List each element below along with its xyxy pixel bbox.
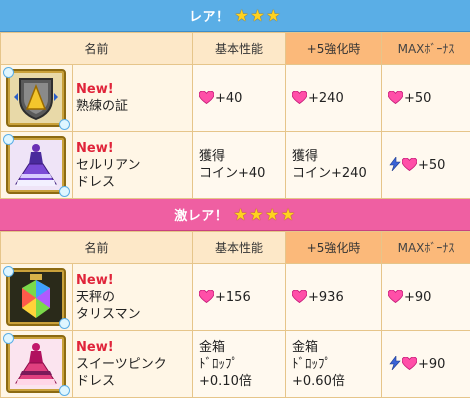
table-row[interactable]: New! 天秤の タリスマン +156 +936 +90 [0, 263, 470, 331]
plus5-stat-cell: 獲得 コイン+240 [285, 131, 383, 199]
corner-badge-icon [3, 134, 14, 145]
new-label: New! [76, 140, 114, 156]
base-stat-cell: 獲得 コイン+40 [192, 131, 287, 199]
star-icon: ★ [266, 5, 282, 25]
heart-icon [402, 356, 418, 370]
heart-icon [292, 289, 308, 303]
rarity-stars: ★ ★ ★ [233, 5, 282, 25]
column-header-name: 名前 [0, 32, 194, 65]
new-label: New! [76, 272, 114, 288]
base-stat-value: +40 [215, 90, 243, 106]
plus5-stat-value: +936 [308, 289, 344, 305]
column-header-base: 基本性能 [192, 231, 287, 264]
base-stat-cell: 金箱 ﾄﾞﾛｯﾌﾟ +0.10倍 [192, 330, 287, 398]
lightning-icon [389, 156, 401, 171]
item-name-line1: 天秤の [76, 289, 116, 305]
max-bonus-value: +50 [404, 90, 432, 106]
max-bonus-cell: +90 [381, 330, 470, 398]
star-icon: ★ [280, 204, 296, 224]
column-header-plus5: +5強化時 [285, 231, 383, 264]
corner-badge-icon [59, 119, 70, 130]
plus5-stat-line2: ﾄﾞﾛｯﾌﾟ [292, 356, 332, 372]
star-icon: ★ [249, 204, 264, 224]
heart-icon [292, 90, 308, 104]
item-icon-cell [0, 64, 73, 132]
item-name-line1: スイーツピンク [76, 356, 167, 372]
item-name-line2: ドレス [76, 373, 116, 389]
plus5-stat-value: +240 [308, 90, 344, 106]
item-name-cell: New! スイーツピンク ドレス [71, 330, 194, 398]
table-row[interactable]: New! 熟練の証 +40 +240 +50 [0, 64, 470, 132]
shield-emblem-icon [6, 69, 66, 127]
plus5-stat-cell: 金箱 ﾄﾞﾛｯﾌﾟ +0.60倍 [285, 330, 383, 398]
super-rare-items-table: 名前 基本性能 +5強化時 MAXﾎﾞｰﾅｽ New! 天秤の タリスマン +1… [0, 231, 470, 398]
star-icon: ★ [250, 5, 266, 25]
item-name-cell: New! セルリアン ドレス [71, 131, 194, 199]
purple-dress-icon [6, 136, 66, 194]
corner-badge-icon [59, 318, 70, 329]
column-header-max-bonus: MAXﾎﾞｰﾅｽ [381, 231, 470, 264]
item-name-line2: タリスマン [76, 306, 141, 322]
base-stat-line2: ﾄﾞﾛｯﾌﾟ [199, 356, 239, 372]
new-label: New! [76, 82, 114, 97]
base-stat-line1: 獲得 [199, 149, 226, 164]
item-list: レア！ ★ ★ ★ 名前 基本性能 +5強化時 MAXﾎﾞｰﾅｽ New! 熟練… [0, 0, 470, 409]
max-bonus-value: +90 [404, 289, 432, 305]
heart-icon [388, 289, 404, 303]
section-title: 激レア！ [174, 209, 229, 224]
plus5-stat-cell: +936 [285, 263, 383, 331]
section-title: レア！ [188, 10, 230, 25]
section-header-rare: レア！ ★ ★ ★ [0, 0, 470, 32]
plus5-stat-cell: +240 [285, 64, 383, 132]
column-header-base: 基本性能 [192, 32, 287, 65]
item-name-line1: セルリアン [76, 157, 141, 173]
base-stat-line1: 金箱 [199, 339, 226, 355]
heart-icon [199, 289, 215, 303]
rarity-stars: ★ ★ ★ ★ [232, 204, 296, 224]
item-name: 熟練の証 [76, 99, 129, 114]
new-label: New! [76, 339, 114, 355]
max-bonus-cell: +50 [381, 131, 470, 199]
plus5-stat-line1: 獲得 [292, 149, 319, 164]
rare-items-table: 名前 基本性能 +5強化時 MAXﾎﾞｰﾅｽ New! 熟練の証 +40 +24… [0, 32, 470, 199]
table-row[interactable]: New! セルリアン ドレス 獲得 コイン+40 獲得 コイン+240 +50 [0, 131, 470, 199]
base-stat-cell: +40 [192, 64, 287, 132]
table-row[interactable]: New! スイーツピンク ドレス 金箱 ﾄﾞﾛｯﾌﾟ +0.10倍 金箱 ﾄﾞﾛ… [0, 330, 470, 398]
plus5-stat-line3: +0.60倍 [292, 373, 345, 389]
item-icon-cell [0, 131, 73, 199]
column-header-name: 名前 [0, 231, 194, 264]
lightning-icon [389, 355, 401, 370]
rainbow-crystal-talisman-icon [6, 268, 66, 326]
item-name-line2: ドレス [76, 174, 116, 190]
base-stat-line2: コイン+40 [199, 166, 266, 181]
heart-icon [388, 90, 404, 104]
plus5-stat-line1: 金箱 [292, 339, 319, 355]
corner-badge-icon [3, 67, 14, 78]
base-stat-value: +156 [215, 289, 251, 305]
item-icon-cell [0, 330, 73, 398]
corner-badge-icon [59, 186, 70, 197]
corner-badge-icon [3, 266, 14, 277]
base-stat-line3: +0.10倍 [199, 373, 252, 389]
section-header-super-rare: 激レア！ ★ ★ ★ ★ [0, 199, 470, 231]
corner-badge-icon [3, 333, 14, 344]
corner-badge-icon [59, 385, 70, 396]
star-icon: ★ [265, 204, 280, 224]
column-header-max-bonus: MAXﾎﾞｰﾅｽ [381, 32, 470, 65]
plus5-stat-line2: コイン+240 [292, 166, 367, 181]
star-icon: ★ [234, 5, 250, 25]
item-name-cell: New! 熟練の証 [71, 64, 194, 132]
max-bonus-value: +50 [418, 157, 446, 173]
max-bonus-cell: +50 [381, 64, 470, 132]
item-name-cell: New! 天秤の タリスマン [71, 263, 194, 331]
max-bonus-cell: +90 [381, 263, 470, 331]
heart-icon [199, 90, 215, 104]
pink-dress-icon [6, 335, 66, 393]
star-icon: ★ [233, 204, 249, 224]
max-bonus-value: +90 [418, 356, 446, 372]
base-stat-cell: +156 [192, 263, 287, 331]
item-icon-cell [0, 263, 73, 331]
column-header-plus5: +5強化時 [285, 32, 383, 65]
heart-icon [402, 157, 418, 171]
